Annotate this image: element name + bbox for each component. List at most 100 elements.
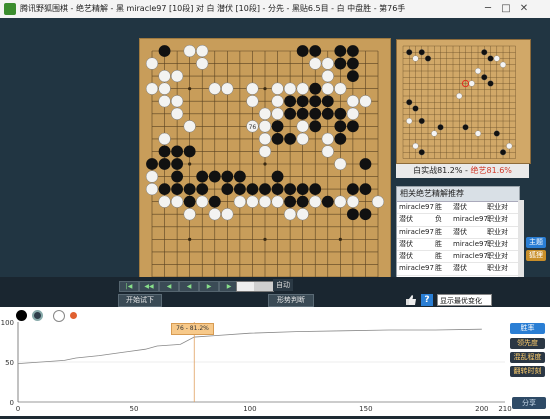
black-stone xyxy=(296,107,309,120)
white-stone xyxy=(334,157,347,171)
white-stone xyxy=(271,95,284,108)
recommend-row[interactable]: 潜伏 负 miracle97 职业对 xyxy=(397,214,519,227)
recommend-cell: 胜 xyxy=(435,239,442,248)
white-stone xyxy=(221,82,234,95)
recommend-cell: 职业对 xyxy=(487,227,508,236)
share-button[interactable]: 分享 xyxy=(512,397,546,409)
nav-button[interactable]: ◀ xyxy=(179,281,199,292)
recommend-row[interactable]: miracle97胜 潜伏 职业对 xyxy=(397,227,519,239)
recommend-cell: 胜 xyxy=(435,252,442,261)
black-stone xyxy=(183,183,196,196)
mini-white-stone xyxy=(506,143,513,150)
black-stone xyxy=(334,107,347,120)
mini-white-stone xyxy=(468,80,475,87)
nav-button[interactable]: |◀ xyxy=(119,281,139,292)
recommend-cell: miracle97 xyxy=(399,264,434,273)
star-point xyxy=(263,162,267,166)
recommend-row[interactable]: miracle97胜 潜伏 职业对 xyxy=(397,263,519,276)
recommend-row[interactable]: 潜伏 胜 miracle97职业对 xyxy=(397,251,519,264)
mini-white-stone xyxy=(412,143,419,150)
maximize-button[interactable]: □ xyxy=(498,1,514,16)
go-board[interactable]: 76 xyxy=(139,38,391,290)
minimize-button[interactable]: ─ xyxy=(480,1,496,16)
mini-white-stone xyxy=(493,55,500,62)
x-tick-label: 0 xyxy=(16,405,20,413)
recommend-cell: 潜伏 xyxy=(399,239,413,248)
recommend-title: 相关绝艺精解推荐 xyxy=(397,187,519,202)
move-slider[interactable] xyxy=(236,281,274,292)
white-stone xyxy=(271,107,284,120)
mini-black-stone xyxy=(406,99,413,106)
mini-white-stone xyxy=(500,61,507,68)
white-stone xyxy=(145,82,159,95)
help-icon[interactable]: ? xyxy=(421,294,433,306)
trial-button[interactable]: 开始试下 xyxy=(118,294,162,307)
black-stone xyxy=(171,170,184,183)
game-area: 76 白实战81.2% - 绝艺81.6% 相关绝艺精解推荐 miracle97… xyxy=(0,18,550,290)
winrate-line xyxy=(17,328,482,364)
mini-board[interactable] xyxy=(396,39,531,164)
black-stone xyxy=(171,183,184,196)
winrate-graph[interactable]: 100 50 00 50 100 150 200 210 xyxy=(0,307,550,416)
white-stone xyxy=(233,195,247,208)
nav-button[interactable]: ▶ xyxy=(199,281,219,292)
black-stone xyxy=(321,195,334,208)
white-stone xyxy=(346,107,360,120)
star-point xyxy=(188,87,192,91)
recommend-row[interactable]: miracle97胜 潜伏 职业对 xyxy=(397,202,519,215)
mini-black-stone xyxy=(500,149,507,156)
white-stone xyxy=(346,95,360,108)
recommend-cell: miracle97 xyxy=(453,239,488,248)
mini-black-stone xyxy=(493,130,500,137)
black-stone xyxy=(296,95,309,108)
white-stone xyxy=(309,57,322,70)
title-bar: 腾讯野狐围棋 - 绝艺精解 - 黑 miracle97 [10段] 对 白 潜伏… xyxy=(0,0,550,19)
close-button[interactable]: ✕ xyxy=(516,1,532,16)
white-stone xyxy=(183,44,196,58)
auto-play-button[interactable]: 自动 xyxy=(273,279,293,291)
nav-button[interactable]: ◀ xyxy=(159,281,179,292)
white-stone xyxy=(296,208,309,221)
white-stone xyxy=(196,44,209,58)
chaos-tab[interactable]: 混乱程度 xyxy=(510,352,545,363)
recommend-scrollbar[interactable] xyxy=(518,200,524,288)
recommend-row[interactable]: 潜伏 胜 miracle97职业对 xyxy=(397,239,519,252)
white-stone-icon[interactable] xyxy=(53,310,65,322)
graph-tooltip: 76 - 81.2% xyxy=(171,323,214,335)
white-stone xyxy=(309,195,322,208)
mini-white-stone xyxy=(456,92,463,100)
white-stone xyxy=(145,182,159,196)
orange-radio-icon[interactable] xyxy=(68,310,79,321)
x-tick-label: 200 xyxy=(475,405,488,413)
white-stone xyxy=(208,82,221,95)
fox-button[interactable]: 狐狸 xyxy=(526,250,546,261)
mini-black-stone xyxy=(418,149,425,156)
y-tick-label: 0 xyxy=(10,399,14,407)
dark-radio-icon[interactable] xyxy=(32,310,43,321)
black-stone xyxy=(259,183,271,196)
white-stone xyxy=(296,82,309,95)
white-stone xyxy=(170,195,184,208)
black-stone xyxy=(233,183,246,196)
black-stone xyxy=(346,183,359,196)
lead-tab[interactable]: 领先度 xyxy=(510,338,545,349)
white-stone xyxy=(158,69,171,83)
situation-button[interactable]: 形势判断 xyxy=(268,294,314,307)
thumbs-up-icon[interactable] xyxy=(405,294,417,306)
white-stone xyxy=(296,120,309,133)
black-stone-icon[interactable] xyxy=(16,310,27,321)
x-tick-label: 100 xyxy=(243,405,256,413)
nav-button[interactable]: ◀◀ xyxy=(139,281,159,292)
theme-button[interactable]: 主题 xyxy=(526,237,546,248)
white-stone xyxy=(183,208,196,221)
white-stone xyxy=(246,95,259,108)
black-stone xyxy=(309,120,322,133)
black-stone xyxy=(208,195,221,208)
star-point xyxy=(188,162,192,166)
board-svg[interactable]: 76 xyxy=(140,39,390,289)
turning-tab[interactable]: 翻转时刻 xyxy=(510,366,545,377)
winrate-tab[interactable]: 胜率 xyxy=(510,323,545,334)
variation-select[interactable]: 显示最优变化 xyxy=(437,294,492,306)
black-stone xyxy=(158,145,171,158)
black-stone xyxy=(183,145,196,158)
